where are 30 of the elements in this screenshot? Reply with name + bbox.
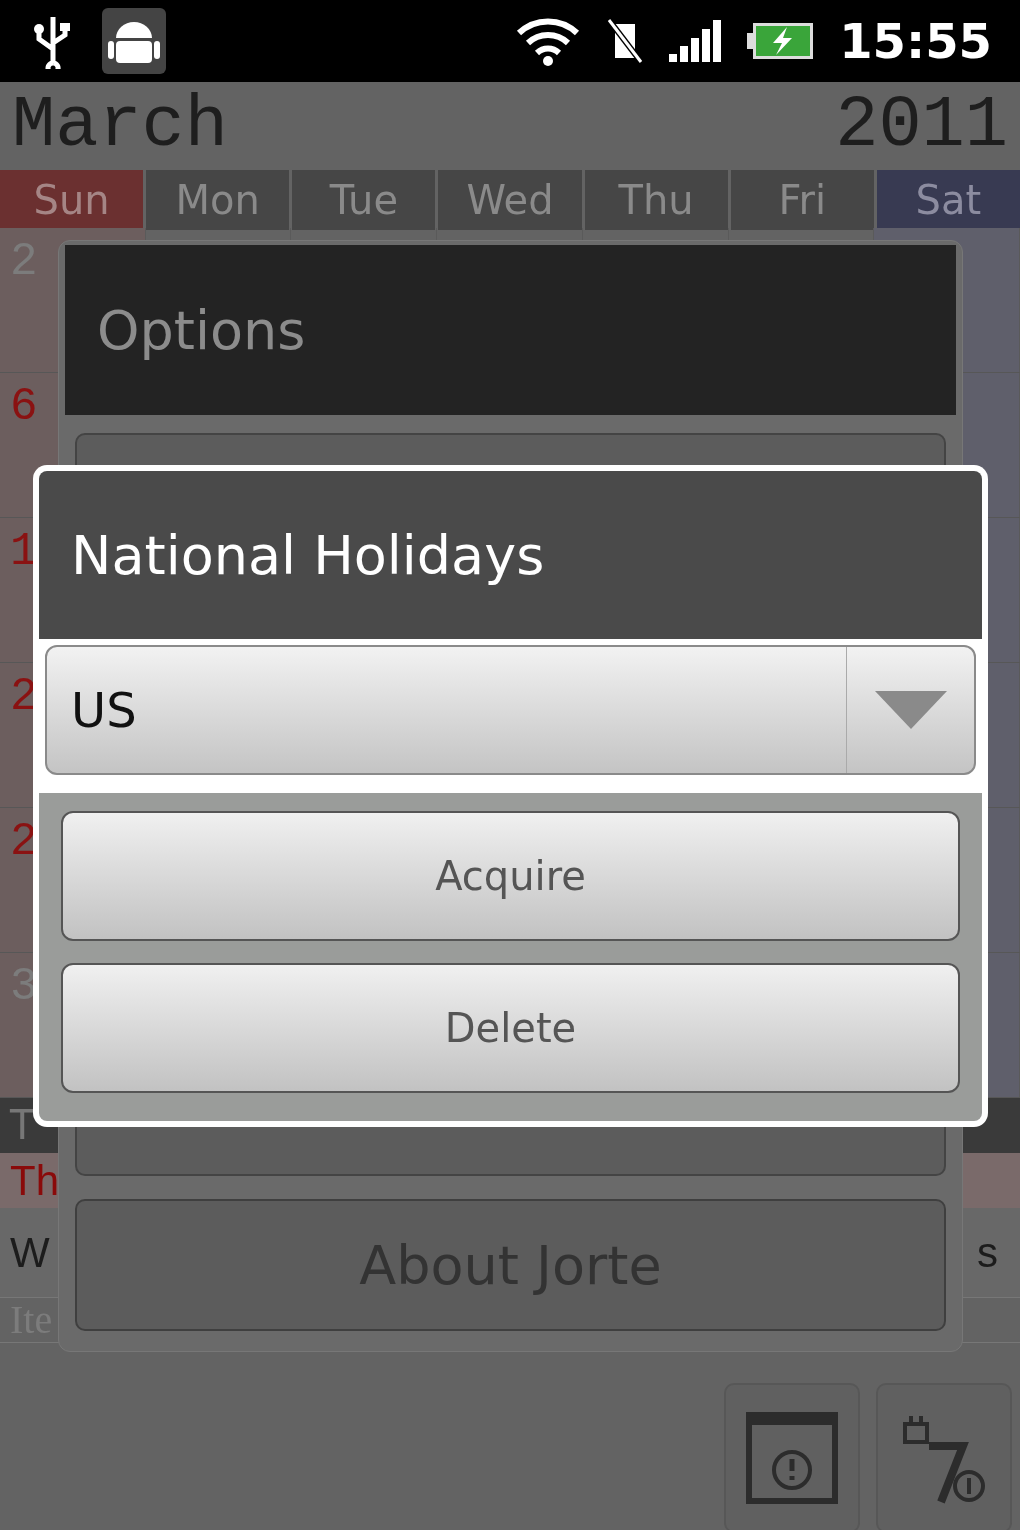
week-button[interactable]	[876, 1383, 1012, 1530]
country-dropdown[interactable]: US	[45, 645, 976, 775]
weekday-header: Tue	[292, 170, 436, 230]
weekday-header: Thu	[584, 170, 728, 230]
date-number: 1	[10, 526, 38, 578]
alert-button[interactable]	[724, 1383, 860, 1530]
date-number: 2	[10, 816, 38, 868]
android-icon	[102, 8, 166, 74]
month-title: March	[12, 84, 229, 169]
date-number: 2	[10, 671, 38, 723]
calendar-alert-icon	[746, 1412, 838, 1504]
date-number: 6	[10, 381, 38, 433]
dialog-title: Options	[97, 297, 306, 364]
weekday-header: Sat	[876, 170, 1020, 230]
signal-icon	[669, 20, 722, 62]
agenda-text: W	[10, 1228, 50, 1278]
status-time: 15:55	[839, 12, 992, 71]
agenda-text: Th	[10, 1156, 59, 1206]
weekday-header: Mon	[146, 170, 290, 230]
dropdown-arrow-icon	[874, 691, 947, 729]
weekday-header: Fri	[730, 170, 874, 230]
agenda-text: s	[977, 1228, 998, 1278]
wifi-icon	[515, 15, 582, 67]
year-title: 2011	[835, 84, 1008, 169]
dialog-button[interactable]: Acquire	[61, 811, 960, 941]
weekday-header: Wed	[438, 170, 582, 230]
dialog-title: National Holidays	[71, 522, 545, 589]
dialog-button[interactable]: Delete	[61, 963, 960, 1093]
weekday-header: Sun	[0, 170, 144, 230]
battery-charging-icon	[745, 21, 816, 61]
